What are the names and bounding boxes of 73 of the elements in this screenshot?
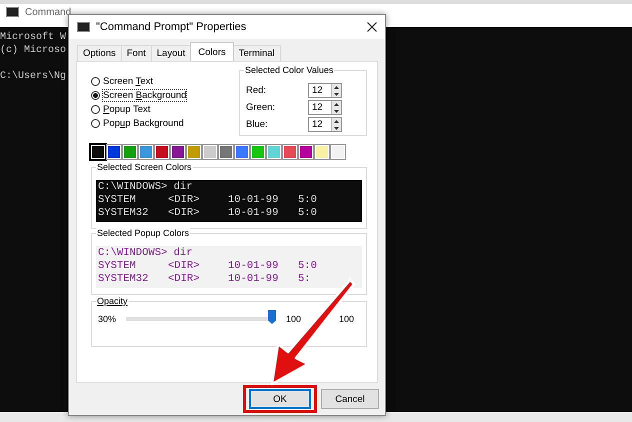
tab[interactable]: Layout xyxy=(150,45,192,61)
group-title: Selected Screen Colors xyxy=(96,162,193,172)
color-swatch[interactable] xyxy=(219,145,233,159)
radio-button[interactable] xyxy=(91,77,100,86)
preview-text: 5: xyxy=(298,273,312,286)
spinner-arrows-icon[interactable] xyxy=(331,101,341,114)
color-swatch[interactable] xyxy=(315,145,329,159)
color-swatch[interactable] xyxy=(91,145,105,159)
preview-text: <DIR> xyxy=(168,194,201,207)
slider-max-label: 100 xyxy=(286,314,302,324)
radio-label: Screen Text xyxy=(103,76,154,87)
group-title: Opacity xyxy=(96,296,129,306)
preview-text: SYSTEM32 xyxy=(98,207,150,220)
window-title: Command xyxy=(25,7,72,18)
preview-text: C:\WINDOWS> dir xyxy=(98,181,194,194)
console-text: (c) Microso xyxy=(0,44,66,57)
color-swatch[interactable] xyxy=(267,145,281,159)
preview-text: 10-01-99 xyxy=(228,273,280,286)
color-swatch[interactable] xyxy=(123,145,137,159)
console-text: Microsoft W xyxy=(0,31,66,44)
slider-min-label: 30% xyxy=(98,314,116,324)
field-label: Green: xyxy=(246,102,276,113)
preview-text: SYSTEM32 xyxy=(98,273,150,286)
console-text: C:\Users\Ng xyxy=(0,70,66,83)
radio-label: Popup Background xyxy=(103,118,184,129)
group-title: Selected Color Values xyxy=(244,65,334,75)
preview-text: C:\WINDOWS> dir xyxy=(98,247,194,260)
color-swatch[interactable] xyxy=(283,145,297,159)
spinner-arrows-icon[interactable] xyxy=(331,118,341,131)
color-swatch[interactable] xyxy=(187,145,201,159)
preview-text: SYSTEM xyxy=(98,260,137,273)
color-swatch[interactable] xyxy=(235,145,249,159)
slider-thumb[interactable] xyxy=(268,310,276,324)
spinner-arrows-icon[interactable] xyxy=(331,84,341,97)
color-swatch[interactable] xyxy=(331,145,345,159)
group-title: Selected Popup Colors xyxy=(96,228,190,238)
spin-field[interactable]: 12 xyxy=(308,83,342,98)
terminal-icon xyxy=(6,7,19,17)
preview-text: <DIR> xyxy=(168,207,201,220)
preview-text: 5:0 xyxy=(298,260,318,273)
preview-text: 10-01-99 xyxy=(228,260,280,273)
preview-text: <DIR> xyxy=(168,260,201,273)
close-icon[interactable] xyxy=(367,22,377,32)
tab[interactable]: Terminal xyxy=(232,45,281,61)
radio-button[interactable] xyxy=(91,119,100,128)
opacity-value: 100 xyxy=(338,314,354,324)
preview-text: 5:0 xyxy=(298,194,318,207)
color-swatch[interactable] xyxy=(299,145,313,159)
color-swatch[interactable] xyxy=(203,145,217,159)
color-swatch[interactable] xyxy=(155,145,169,159)
preview-text: 10-01-99 xyxy=(228,194,280,207)
spin-field[interactable]: 12 xyxy=(308,100,342,115)
terminal-icon xyxy=(77,22,90,32)
ok-button[interactable]: OK xyxy=(249,389,311,409)
color-swatch[interactable] xyxy=(251,145,265,159)
preview-text: <DIR> xyxy=(168,273,201,286)
field-label: Blue: xyxy=(246,119,268,130)
color-swatch[interactable] xyxy=(139,145,153,159)
cancel-button[interactable]: Cancel xyxy=(321,389,379,409)
preview-text: 5:0 xyxy=(298,207,318,220)
tab[interactable]: Options xyxy=(77,45,122,61)
radio-label: Screen Background xyxy=(103,90,186,101)
field-label: Red: xyxy=(246,85,266,96)
radio-button[interactable] xyxy=(91,105,100,114)
tab[interactable]: Colors xyxy=(190,42,234,61)
preview-text: SYSTEM xyxy=(98,194,137,207)
spin-field[interactable]: 12 xyxy=(308,117,342,132)
radio-label: Popup Text xyxy=(103,104,150,115)
color-swatch[interactable] xyxy=(107,145,121,159)
dialog-title: "Command Prompt" Properties xyxy=(96,21,248,33)
color-swatch[interactable] xyxy=(171,145,185,159)
preview-text: 10-01-99 xyxy=(228,207,280,220)
radio-button[interactable] xyxy=(91,91,100,100)
